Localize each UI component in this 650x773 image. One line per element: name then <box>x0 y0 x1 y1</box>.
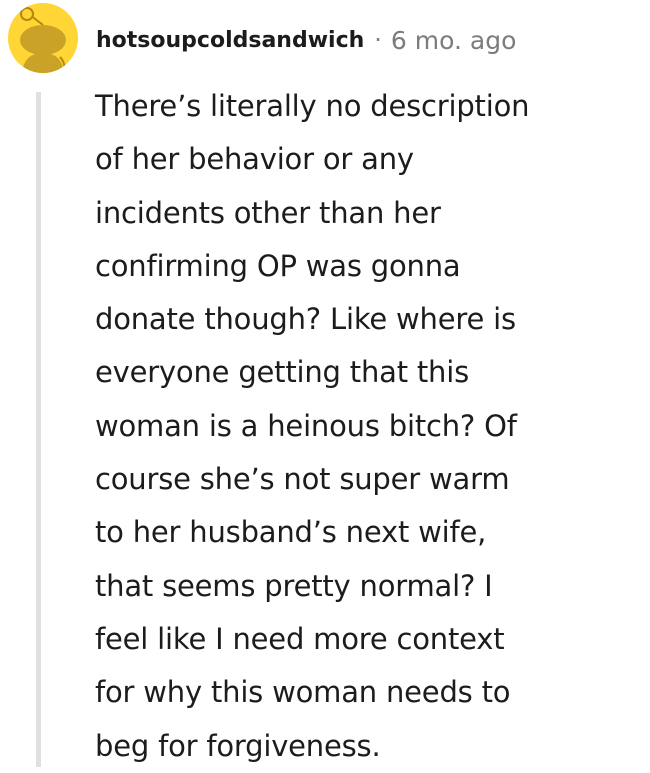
timestamp[interactable]: 6 mo. ago <box>391 26 516 55</box>
comment-body-line: donate though? Like where is <box>95 302 516 337</box>
comment-body-line: course she’s not super warm <box>95 462 510 497</box>
comment: hotsoupcoldsandwich · 6 mo. ago There’s … <box>0 0 650 767</box>
avatar[interactable] <box>8 3 78 73</box>
comment-body-line: woman is a heinous bitch? Of <box>95 408 517 443</box>
thread-collapse-line[interactable] <box>36 92 41 767</box>
comment-body-line: confirming OP was gonna <box>95 248 461 283</box>
comment-body-line: that seems pretty normal? I <box>95 568 493 603</box>
comment-body-line: of her behavior or any <box>95 142 414 177</box>
comment-body-line: beg for forgiveness. <box>95 728 381 763</box>
comment-header: hotsoupcoldsandwich · 6 mo. ago <box>96 20 516 60</box>
comment-body-line: feel like I need more context <box>95 621 505 656</box>
meta-separator: · <box>374 26 382 54</box>
snoo-avatar-icon <box>20 7 66 73</box>
comment-body: There’s literally no description of her b… <box>95 80 615 773</box>
username-link[interactable]: hotsoupcoldsandwich <box>96 28 364 53</box>
comment-body-line: everyone getting that this <box>95 355 469 390</box>
comment-body-line: There’s literally no description <box>95 89 530 123</box>
comment-body-line: incidents other than her <box>95 195 441 230</box>
comment-body-line: for why this woman needs to <box>95 675 511 710</box>
comment-body-line: to her husband’s next wife, <box>95 515 487 550</box>
